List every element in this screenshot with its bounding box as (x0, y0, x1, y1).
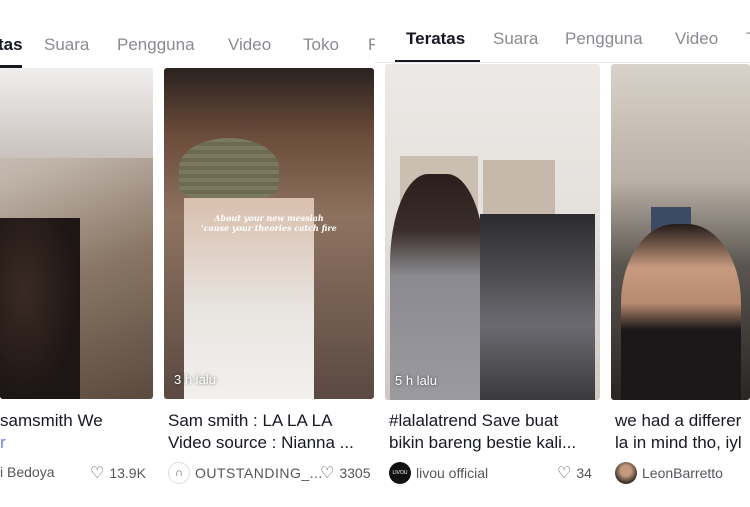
video-caption-line[interactable]: bikin bareng bestie kali... (389, 432, 600, 454)
posted-time: 3 h lalu (174, 372, 216, 387)
person-singing (621, 224, 741, 400)
like-count: ♡ 34 (557, 463, 592, 483)
knit-hat (179, 138, 279, 198)
tab-toko[interactable]: Toko (303, 35, 339, 55)
video-thumbnail[interactable]: About your new messiah 'cause your theor… (164, 68, 374, 399)
video-author[interactable]: LIVOU livou official (389, 462, 488, 484)
headphones-icon: ∩ (168, 462, 190, 484)
video-thumbnail[interactable]: 5 h lalu (385, 64, 600, 400)
video-author[interactable]: ∩ OUTSTANDING_... (168, 462, 323, 484)
like-count-value: 3305 (339, 465, 371, 481)
video-author[interactable]: i Bedoya (0, 464, 54, 480)
tab-more[interactable]: F (368, 35, 375, 55)
lyrics-overlay: About your new messiah 'cause your theor… (201, 213, 337, 233)
person-figure (0, 218, 80, 399)
video-author[interactable]: LeonBarretto (615, 462, 723, 484)
like-count-value: 13.9K (109, 465, 146, 481)
video-caption-line[interactable]: Video source : Nianna ... (168, 432, 374, 454)
tab-pengguna[interactable]: Pengguna (117, 35, 195, 55)
heart-icon: ♡ (90, 465, 105, 482)
video-caption-line[interactable]: la in mind tho, iyl (615, 432, 750, 454)
video-caption-line[interactable]: samsmith We (0, 410, 155, 432)
group-figures (480, 214, 595, 400)
tab-suara[interactable]: Suara (493, 29, 538, 49)
video-caption-line[interactable]: #lalalatrend Save buat (389, 410, 600, 432)
video-caption-line[interactable]: r (0, 432, 155, 454)
tab-toko[interactable]: T (746, 29, 750, 49)
heart-icon: ♡ (557, 465, 572, 482)
tab-divider (375, 62, 750, 63)
heart-icon: ♡ (320, 465, 335, 482)
tab-teratas[interactable]: Teratas (406, 29, 465, 49)
tab-pengguna[interactable]: Pengguna (565, 29, 643, 49)
author-name: OUTSTANDING_... (195, 465, 323, 481)
person-figure (390, 174, 485, 400)
avatar (615, 462, 637, 484)
video-thumbnail[interactable] (611, 64, 750, 400)
video-caption-line[interactable]: Sam smith : LA LA LA (168, 410, 374, 432)
ceiling-light (0, 68, 153, 158)
author-name: i Bedoya (0, 464, 55, 480)
avatar: LIVOU (389, 462, 411, 484)
tab-video[interactable]: Video (675, 29, 718, 49)
video-thumbnail[interactable] (0, 68, 153, 399)
posted-time: 5 h lalu (395, 373, 437, 388)
tab-video[interactable]: Video (228, 35, 271, 55)
author-name: livou official (416, 465, 489, 481)
author-name: LeonBarretto (642, 465, 723, 481)
like-count-value: 34 (576, 465, 592, 481)
like-count: ♡ 3305 (320, 463, 375, 483)
tab-suara[interactable]: Suara (44, 35, 89, 55)
video-caption-line[interactable]: we had a differer (615, 410, 750, 432)
like-count: ♡ 13.9K (90, 463, 146, 483)
tab-teratas[interactable]: tas (0, 35, 23, 55)
